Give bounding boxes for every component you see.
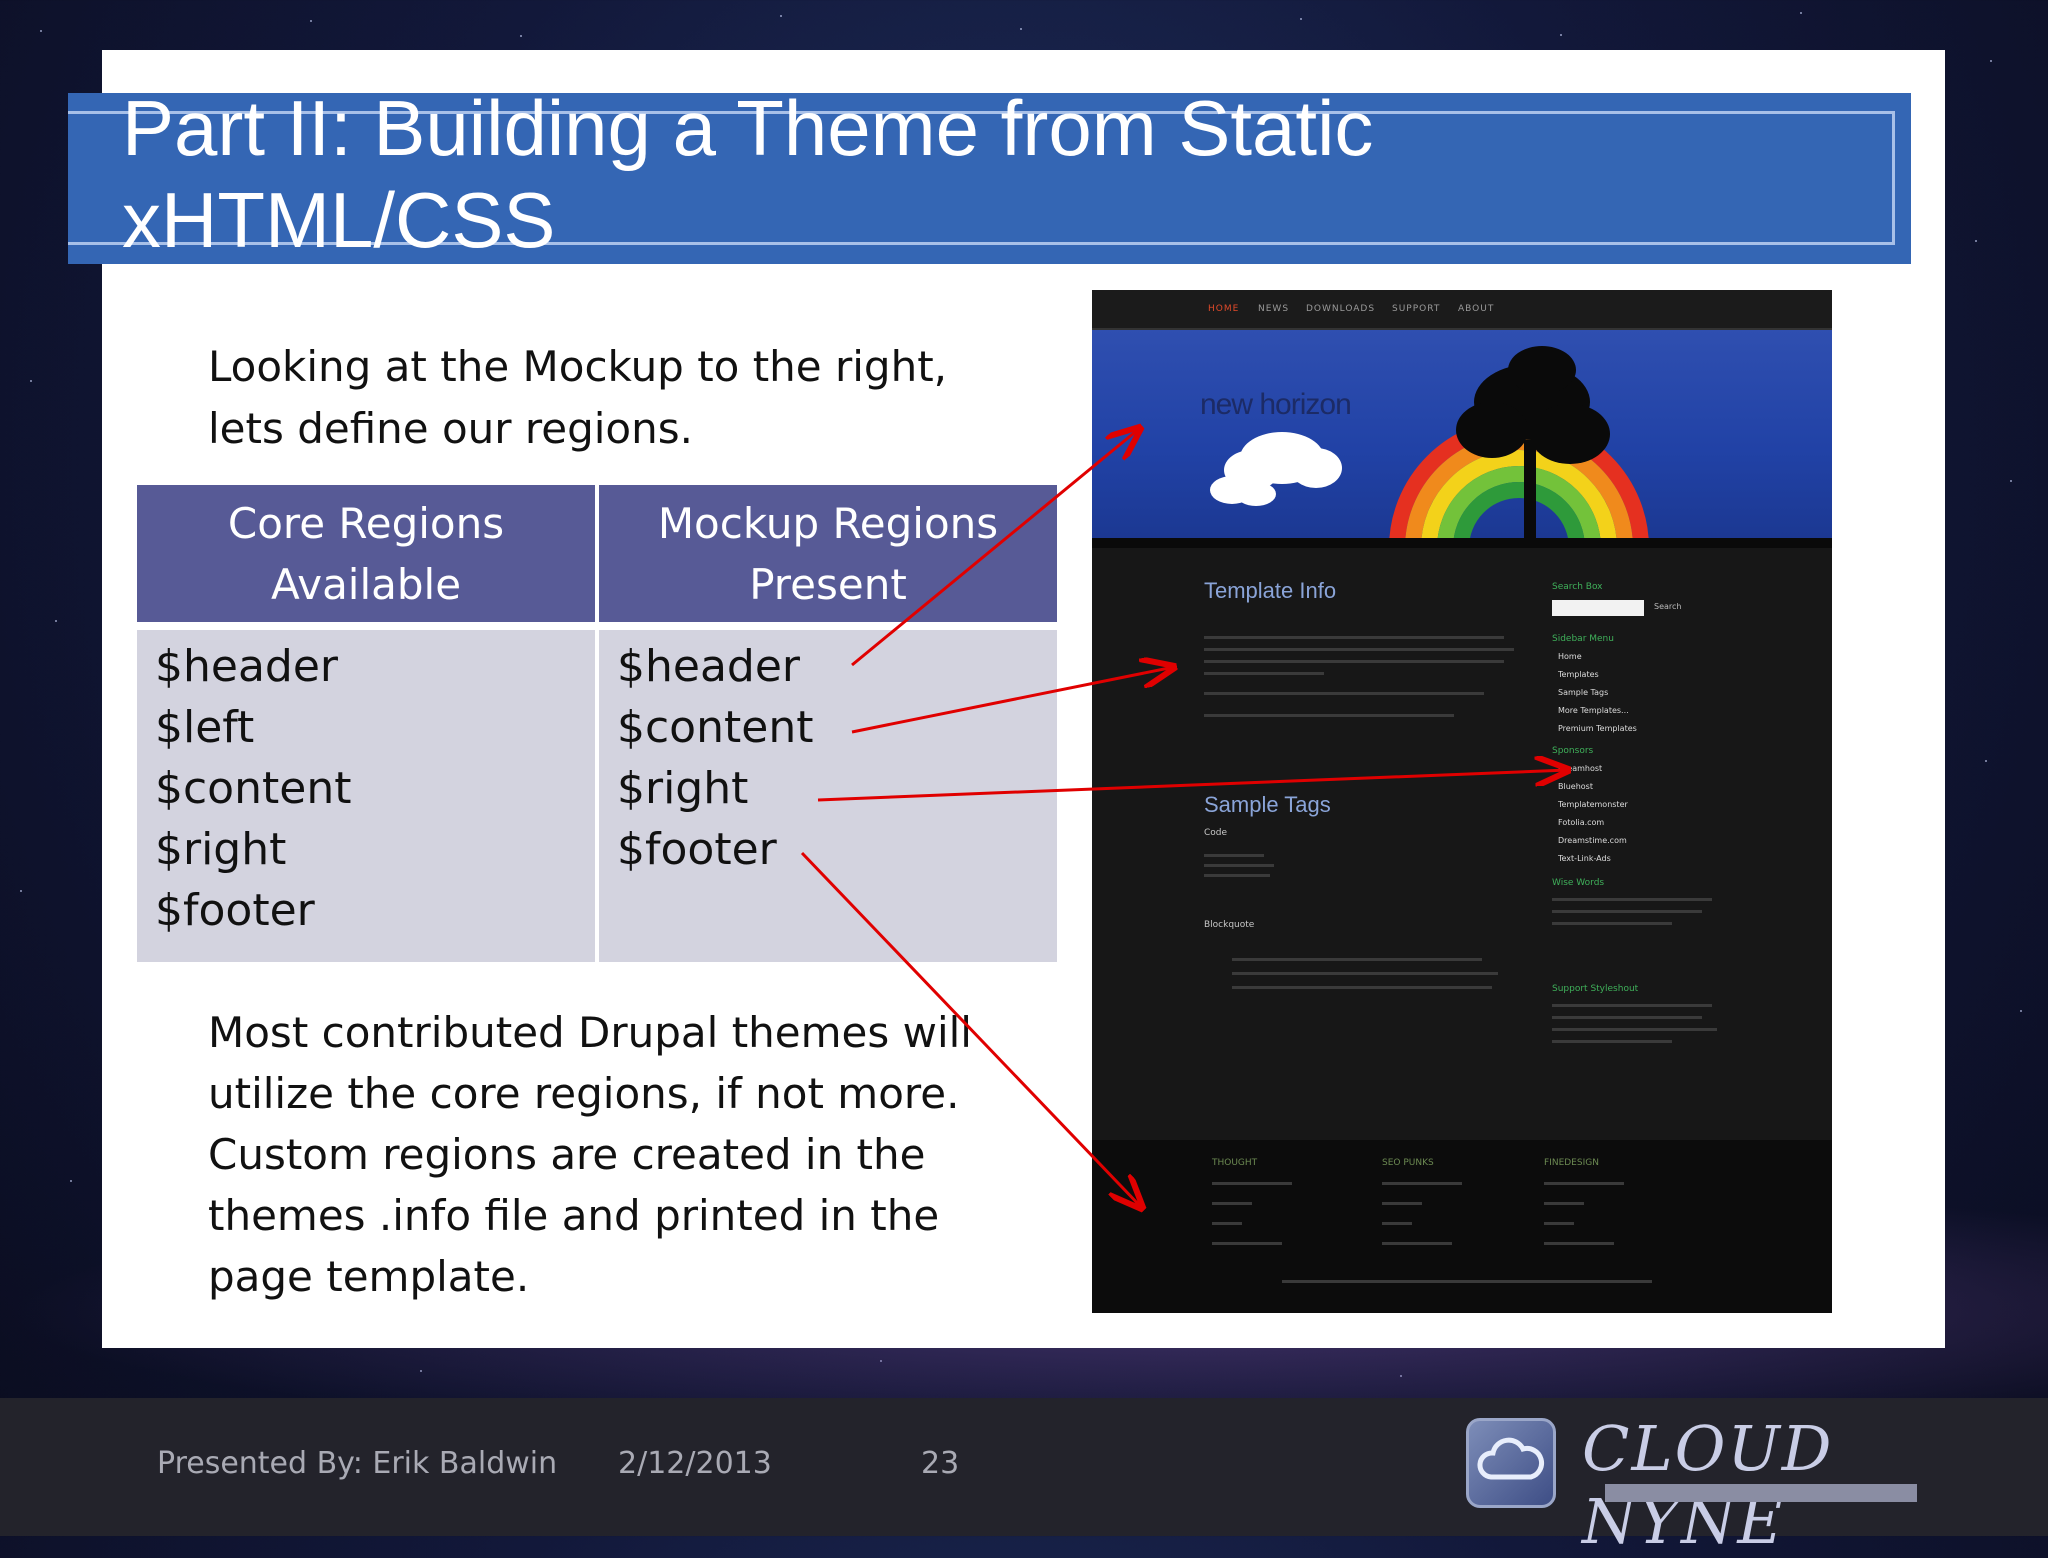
footer-page-number: 23 bbox=[921, 1446, 960, 1481]
arrow-right bbox=[817, 770, 1568, 802]
annotation-arrows bbox=[800, 0, 2048, 1536]
arrow-content bbox=[851, 667, 1174, 734]
cloud-logo-icon bbox=[1466, 1418, 1556, 1508]
arrow-footer bbox=[800, 851, 1142, 1208]
footer-date: 2/12/2013 bbox=[618, 1446, 772, 1481]
brand-logo-underline bbox=[1605, 1484, 1917, 1502]
arrow-header bbox=[851, 428, 1140, 667]
footer-presenter: Presented By: Erik Baldwin bbox=[157, 1446, 558, 1481]
